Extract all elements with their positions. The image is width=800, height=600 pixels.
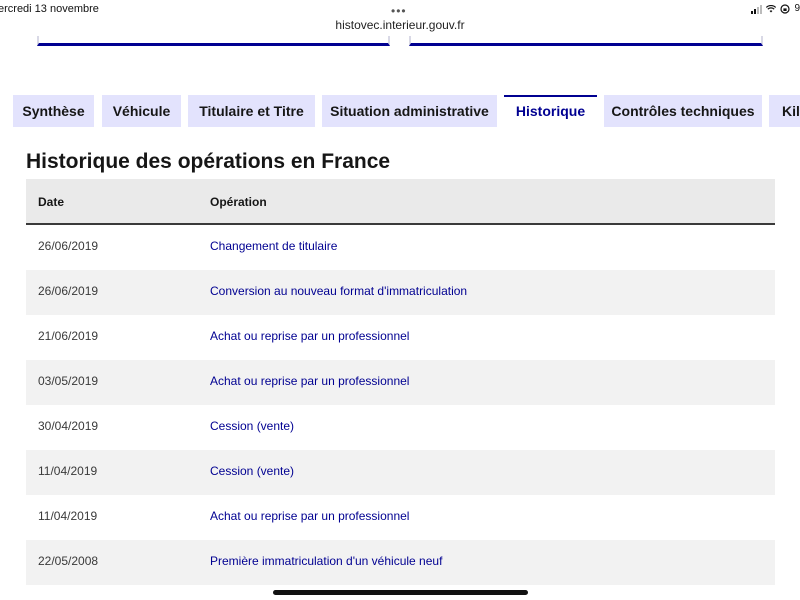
table-row: 30/04/2019 Cession (vente) xyxy=(26,405,775,450)
row-date: 26/06/2019 xyxy=(38,239,99,253)
url-text[interactable]: histovec.interieur.gouv.fr xyxy=(0,18,800,32)
row-operation[interactable]: Cession (vente) xyxy=(210,419,294,433)
table-row: 26/06/2019 Conversion au nouveau format … xyxy=(26,270,775,315)
row-operation[interactable]: Cession (vente) xyxy=(210,464,294,478)
tab-synthese[interactable]: Synthèse xyxy=(13,95,94,127)
row-date: 26/06/2019 xyxy=(38,284,99,298)
rotation-lock-icon xyxy=(780,3,791,14)
url-bar[interactable]: ••• histovec.interieur.gouv.fr xyxy=(0,4,800,36)
signal-icon xyxy=(751,4,763,14)
row-operation[interactable]: Achat ou reprise par un professionnel xyxy=(210,329,409,343)
row-date: 30/04/2019 xyxy=(38,419,99,433)
row-operation[interactable]: Achat ou reprise par un professionnel xyxy=(210,374,409,388)
row-operation[interactable]: Achat ou reprise par un professionnel xyxy=(210,509,409,523)
tab-situation-administrative[interactable]: Situation administrative xyxy=(322,95,497,127)
tab-titulaire-et-titre[interactable]: Titulaire et Titre xyxy=(188,95,315,127)
table-row: 11/04/2019 Achat ou reprise par un profe… xyxy=(26,495,775,540)
tab-bar: Synthèse Véhicule Titulaire et Titre Sit… xyxy=(0,95,800,129)
row-date: 11/04/2019 xyxy=(38,509,98,523)
table-row: 03/05/2019 Achat ou reprise par un profe… xyxy=(26,360,775,405)
table-header: Date Opération xyxy=(26,179,775,225)
page-title: Historique des opérations en France xyxy=(26,150,391,173)
home-indicator[interactable] xyxy=(273,590,528,595)
row-operation[interactable]: Conversion au nouveau format d'immatricu… xyxy=(210,284,467,298)
row-operation[interactable]: Changement de titulaire xyxy=(210,239,337,253)
table-row: 11/04/2019 Cession (vente) xyxy=(26,450,775,495)
more-options-icon[interactable]: ••• xyxy=(391,4,407,18)
tab-controles-techniques[interactable]: Contrôles techniques xyxy=(604,95,762,127)
column-header-operation: Opération xyxy=(210,195,267,209)
row-date: 03/05/2019 xyxy=(38,374,99,388)
row-date: 22/05/2008 xyxy=(38,554,99,568)
row-date: 21/06/2019 xyxy=(38,329,99,343)
wifi-icon xyxy=(766,4,777,12)
status-icons: 9 xyxy=(751,3,800,14)
operations-table: Date Opération 26/06/2019 Changement de … xyxy=(26,179,775,585)
battery-indicator: 9 xyxy=(794,3,800,14)
row-operation[interactable]: Première immatriculation d'un véhicule n… xyxy=(210,554,442,568)
table-row: 21/06/2019 Achat ou reprise par un profe… xyxy=(26,315,775,360)
tab-vehicule[interactable]: Véhicule xyxy=(102,95,181,127)
tab-kilometrage[interactable]: Kilo xyxy=(769,95,800,127)
table-row: 26/06/2019 Changement de titulaire xyxy=(26,225,775,270)
column-header-date: Date xyxy=(38,195,65,209)
tile-border-left xyxy=(37,36,390,46)
tile-border-right xyxy=(409,36,763,46)
row-date: 11/04/2019 xyxy=(38,464,98,478)
table-row: 22/05/2008 Première immatriculation d'un… xyxy=(26,540,775,585)
tab-historique[interactable]: Historique xyxy=(504,95,597,128)
